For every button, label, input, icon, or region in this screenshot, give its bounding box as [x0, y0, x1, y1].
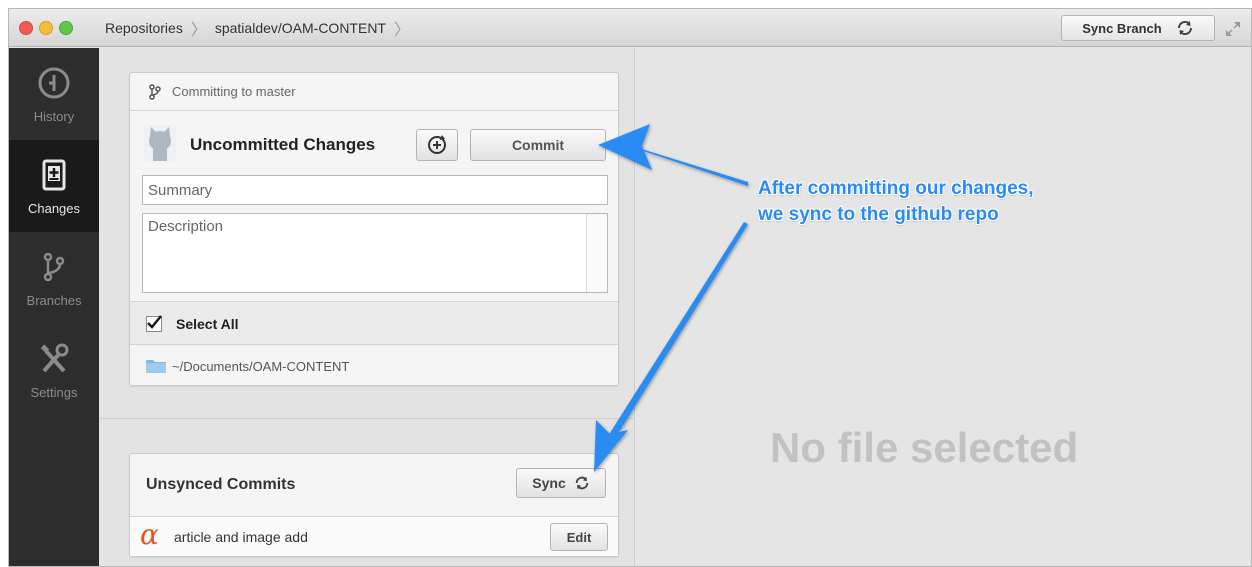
folder-icon [146, 360, 166, 373]
sidebar-item-changes[interactable]: Changes [9, 140, 99, 232]
select-all-checkbox[interactable] [146, 315, 162, 332]
app-window: Repositories 〉 spatialdev/OAM-CONTENT 〉 … [8, 8, 1252, 567]
description-input[interactable] [142, 213, 608, 293]
repo-path: ~/Documents/OAM-CONTENT [172, 358, 350, 374]
zoom-window-button[interactable] [59, 21, 73, 35]
branch-text: Committing to master [172, 84, 296, 99]
sidebar-item-settings[interactable]: Settings [9, 324, 99, 416]
annotation-callout: After committing our changes, we sync to… [758, 176, 1034, 228]
fullscreen-icon[interactable] [1225, 21, 1241, 37]
octocat-avatar-icon [144, 125, 176, 161]
chevron-right-icon: 〉 [190, 22, 207, 39]
commit-button[interactable]: Commit [470, 129, 606, 161]
sync-label: Sync [532, 475, 566, 491]
sidebar-item-history[interactable]: History [9, 48, 99, 140]
branch-icon [149, 83, 161, 100]
sidebar-item-branches[interactable]: Branches [9, 232, 99, 324]
sync-icon [1177, 20, 1192, 36]
breadcrumb-repo[interactable]: spatialdev/OAM-CONTENT [215, 20, 386, 36]
alpha-avatar-icon: α [140, 518, 159, 551]
sidebar-item-label: Changes [27, 200, 81, 216]
branch-icon [43, 252, 65, 281]
edit-commit-button[interactable]: Edit [550, 523, 608, 551]
summary-input[interactable] [142, 175, 608, 205]
uncommitted-header: Uncommitted Changes Commit [130, 119, 618, 167]
section-divider [99, 418, 634, 419]
chevron-right-icon: 〉 [394, 22, 411, 39]
changes-icon [42, 159, 66, 190]
checkmark-icon [147, 315, 162, 329]
commit-card: Committing to master Uncommitted Changes [129, 72, 619, 386]
annotation-line-1: After committing our changes, [758, 178, 1034, 199]
file-detail-panel: No file selected [636, 48, 1251, 566]
commit-message: article and image add [174, 529, 308, 545]
unsynced-title: Unsynced Commits [146, 476, 296, 493]
breadcrumb-repositories[interactable]: Repositories [105, 20, 183, 36]
sidebar-item-label: Settings [30, 384, 78, 400]
annotation-line-2: we sync to the github repo [758, 204, 999, 225]
settings-icon [40, 343, 69, 372]
minimize-window-button[interactable] [39, 21, 53, 35]
sync-button[interactable]: Sync [516, 468, 606, 498]
repo-path-row: ~/Documents/OAM-CONTENT [130, 346, 618, 386]
no-file-message: No file selected [770, 424, 1079, 471]
unsynced-commits-card: Unsynced Commits Sync α article and imag… [129, 453, 619, 557]
sync-icon [575, 476, 588, 490]
description-scrollbar[interactable] [586, 214, 607, 292]
discard-changes-button[interactable] [416, 129, 458, 161]
sync-branch-label: Sync Branch [1082, 20, 1162, 36]
sidebar-item-label: Branches [26, 292, 82, 308]
sync-branch-button[interactable]: Sync Branch [1061, 15, 1215, 41]
list-item[interactable]: α article and image add Edit [130, 516, 618, 556]
close-window-button[interactable] [19, 21, 33, 35]
history-icon [38, 67, 70, 98]
sidebar: History Changes Branches Settings [9, 48, 99, 566]
changes-panel: Committing to master Uncommitted Changes [99, 48, 635, 566]
sidebar-item-label: History [33, 108, 75, 124]
select-all-row: Select All [130, 301, 618, 345]
branch-header: Committing to master [130, 73, 618, 111]
title-bar: Repositories 〉 spatialdev/OAM-CONTENT 〉 … [9, 9, 1251, 47]
uncommitted-title: Uncommitted Changes [190, 135, 376, 154]
refresh-plus-icon [428, 135, 446, 154]
breadcrumb: Repositories 〉 spatialdev/OAM-CONTENT 〉 [105, 9, 418, 47]
select-all-label: Select All [176, 316, 239, 332]
